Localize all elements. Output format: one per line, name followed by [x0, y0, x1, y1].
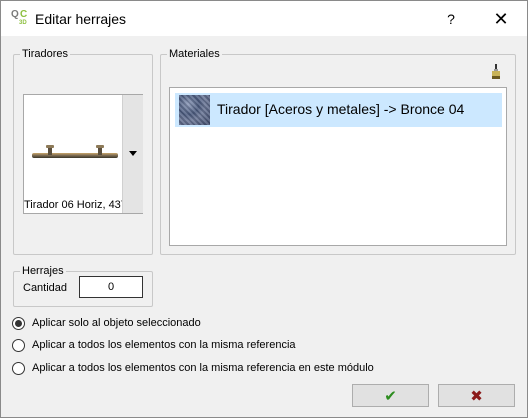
cross-icon: ✖: [470, 387, 483, 405]
app-logo-icon: Q C 3D: [11, 9, 28, 27]
radio-button[interactable]: [12, 361, 25, 375]
handle-preview-image: [32, 145, 118, 158]
radio-button[interactable]: [12, 338, 25, 352]
tirador-preview-selector[interactable]: Tirador 06 Horiz, 437: [23, 94, 143, 214]
radio-button[interactable]: [12, 316, 25, 330]
herrajes-legend: Herrajes: [22, 265, 64, 277]
close-icon[interactable]: ✕: [493, 9, 508, 29]
accept-button[interactable]: ✔: [352, 384, 429, 407]
option-label: Aplicar a todos los elementos con la mis…: [32, 362, 374, 374]
window-title: Editar herrajes: [35, 11, 127, 27]
option-label: Aplicar solo al objeto seleccionado: [32, 317, 201, 329]
materiales-legend: Materiales: [169, 48, 220, 60]
cantidad-label: Cantidad: [23, 282, 68, 294]
title-bar: Q C 3D Editar herrajes ? ✕: [1, 1, 527, 36]
tirador-preview-label: Tirador 06 Horiz, 437: [24, 199, 122, 211]
dialog-window: Q C 3D Editar herrajes ? ✕ Tiradores Tirad…: [0, 0, 528, 418]
chevron-down-icon: [129, 151, 137, 156]
materials-list[interactable]: Tirador [Aceros y metales] -> Bronce 04: [169, 87, 507, 246]
option-misma-referencia[interactable]: Aplicar a todos los elementos con la mis…: [12, 337, 296, 353]
material-swatch: [179, 95, 210, 125]
material-item-label: Tirador [Aceros y metales] -> Bronce 04: [217, 101, 465, 117]
option-misma-referencia-modulo[interactable]: Aplicar a todos los elementos con la mis…: [12, 360, 374, 376]
cantidad-input[interactable]: 0: [79, 276, 143, 298]
tirador-dropdown-button[interactable]: [122, 95, 143, 213]
close-button[interactable]: ✕: [485, 7, 517, 31]
checkmark-icon: ✔: [384, 387, 397, 405]
paint-brush-icon[interactable]: [490, 64, 502, 80]
help-button[interactable]: ?: [437, 7, 465, 31]
cancel-button[interactable]: ✖: [438, 384, 515, 407]
option-solo-objeto[interactable]: Aplicar solo al objeto seleccionado: [12, 315, 201, 331]
option-label: Aplicar a todos los elementos con la mis…: [32, 339, 296, 351]
material-item[interactable]: Tirador [Aceros y metales] -> Bronce 04: [175, 93, 502, 127]
tiradores-legend: Tiradores: [22, 48, 69, 60]
